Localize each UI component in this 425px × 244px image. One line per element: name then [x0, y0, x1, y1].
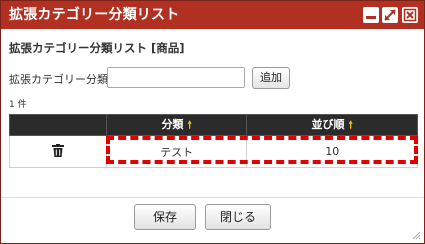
minimize-icon[interactable] [363, 7, 379, 23]
row-delete-cell[interactable] [9, 135, 107, 168]
sort-asc-icon: 🠕 [348, 119, 353, 131]
footer-divider [1, 197, 424, 198]
close-button[interactable]: 閉じる [205, 204, 271, 230]
save-button[interactable]: 保存 [134, 204, 196, 230]
maximize-icon[interactable] [382, 7, 398, 23]
page-heading: 拡張カテゴリー分類リスト [商品] [9, 41, 185, 55]
resize-grip-icon[interactable] [411, 230, 421, 240]
dialog-window: 拡張カテゴリー分類リスト 拡張カテゴリー分類リスト [商品] 拡張カテゴリー分類… [0, 0, 425, 244]
column-header-actions [9, 114, 107, 136]
close-icon[interactable] [402, 7, 418, 23]
column-header-category[interactable]: 分類 🠕 [105, 114, 248, 136]
filter-label: 拡張カテゴリー分類 [9, 73, 108, 86]
category-filter-input[interactable] [107, 67, 245, 88]
sort-asc-icon: 🠕 [187, 119, 192, 131]
add-button[interactable]: 追加 [252, 67, 290, 89]
row-category-cell[interactable]: テスト [105, 135, 248, 168]
window-title: 拡張カテゴリー分類リスト [9, 7, 180, 23]
result-count: 1 件 [9, 100, 27, 110]
row-order-cell[interactable]: 10 [246, 135, 418, 168]
table-header-row: 分類 🠕 並び順 🠕 [9, 114, 418, 136]
column-header-order[interactable]: 並び順 🠕 [246, 114, 418, 136]
category-table: 分類 🠕 並び順 🠕 テスト 10 [9, 114, 418, 168]
trash-icon[interactable] [51, 143, 64, 157]
table-row[interactable]: テスト 10 [9, 135, 418, 168]
title-bar[interactable]: 拡張カテゴリー分類リスト [1, 1, 424, 29]
